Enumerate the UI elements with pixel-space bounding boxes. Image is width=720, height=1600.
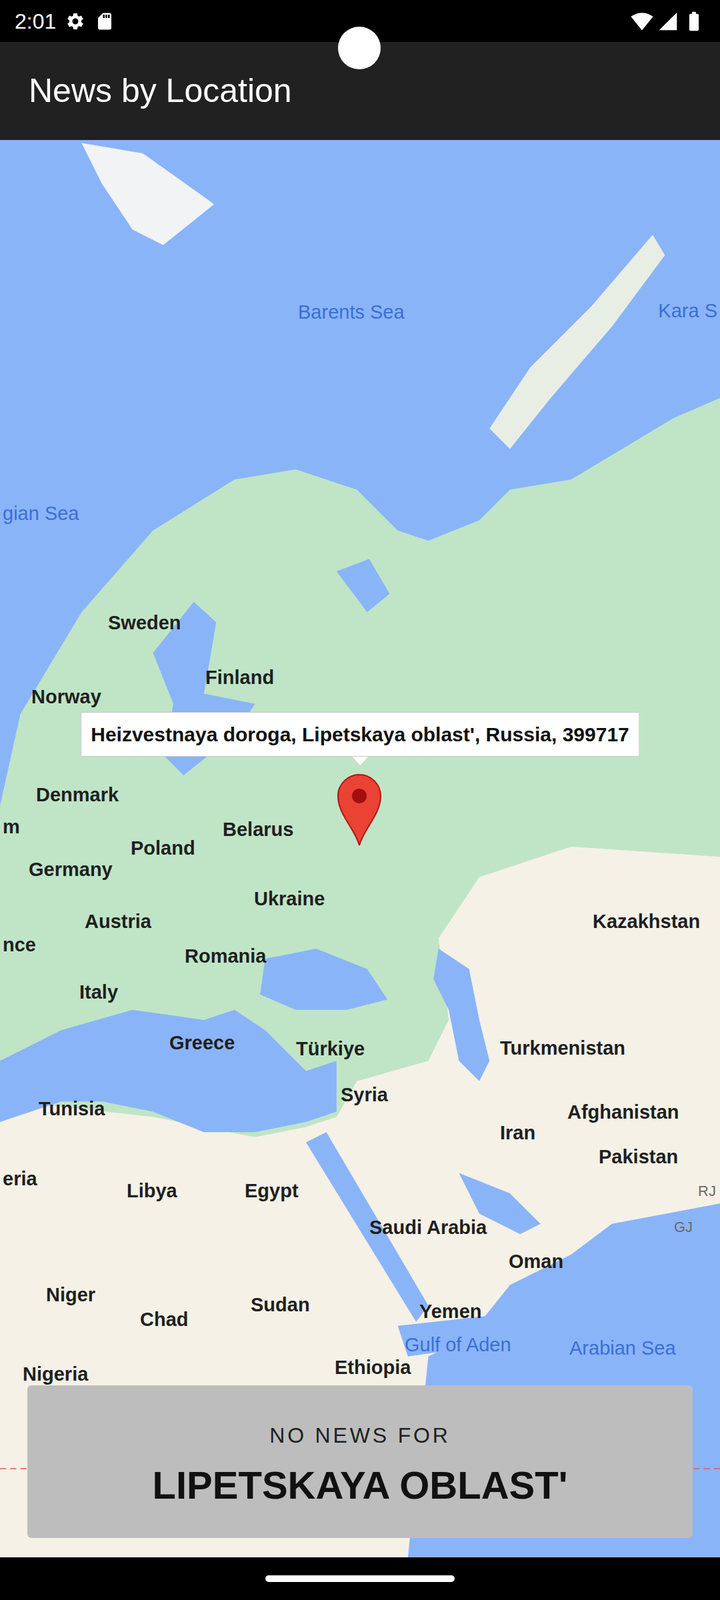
map-label: GJ bbox=[674, 1220, 693, 1235]
map-label: Türkiye bbox=[296, 1039, 365, 1059]
home-handle[interactable] bbox=[265, 1575, 455, 1582]
marker-title: Heizvestnaya doroga, Lipetskaya oblast',… bbox=[90, 723, 630, 746]
map-label: Gulf of Aden bbox=[404, 1335, 512, 1355]
map-label: Sweden bbox=[108, 613, 182, 633]
map-label: Oman bbox=[508, 1252, 564, 1272]
phone-screen: 2:01 News by Location Barents Sea Kara S gia… bbox=[0, 0, 720, 1600]
map-label: Saudi Arabia bbox=[369, 1218, 487, 1238]
map-label: Germany bbox=[28, 860, 113, 880]
map-label: Nigeria bbox=[22, 1364, 88, 1384]
map-label: Sudan bbox=[250, 1295, 310, 1315]
map[interactable]: Barents Sea Kara S gian Sea Sweden Finland No… bbox=[0, 140, 720, 1558]
map-label: eria bbox=[2, 1169, 38, 1189]
map-label: Arabian Sea bbox=[569, 1338, 676, 1358]
app-title: News by Location bbox=[28, 66, 292, 116]
news-caption: NO NEWS FOR bbox=[269, 1419, 451, 1452]
map-label: Italy bbox=[79, 982, 118, 1002]
map-pin-icon[interactable] bbox=[336, 773, 382, 847]
map-label: Chad bbox=[140, 1310, 189, 1330]
map-label: Denmark bbox=[36, 785, 119, 805]
map-label: Niger bbox=[46, 1285, 96, 1305]
map-label: Egypt bbox=[244, 1181, 299, 1201]
map-label: Pakistan bbox=[598, 1147, 678, 1167]
map-label: Turkmenistan bbox=[500, 1038, 626, 1058]
map-label: Syria bbox=[340, 1085, 388, 1105]
settings-icon bbox=[65, 11, 86, 32]
map-label: RJ bbox=[698, 1184, 716, 1199]
map-label: Kara S bbox=[658, 301, 718, 321]
navigation-bar bbox=[0, 1557, 720, 1600]
map-label: Libya bbox=[126, 1181, 178, 1201]
map-label: Finland bbox=[205, 668, 274, 688]
camera-cutout bbox=[338, 26, 381, 70]
battery-icon bbox=[682, 10, 706, 33]
map-label: Barents Sea bbox=[298, 302, 405, 322]
map-label: m bbox=[2, 817, 20, 837]
wifi-icon bbox=[630, 10, 654, 33]
map-label: Tunisia bbox=[38, 1099, 105, 1119]
map-label: gian Sea bbox=[2, 504, 80, 524]
map-label: Greece bbox=[169, 1033, 235, 1053]
status-time: 2:01 bbox=[14, 5, 56, 38]
map-label: Poland bbox=[130, 838, 196, 858]
marker-info-window[interactable]: Heizvestnaya doroga, Lipetskaya oblast',… bbox=[80, 712, 640, 766]
map-label: Yemen bbox=[419, 1302, 482, 1322]
map-label: Ukraine bbox=[254, 889, 325, 909]
map-label: Norway bbox=[31, 687, 102, 707]
sd-card-icon bbox=[94, 11, 115, 32]
news-region: LIPETSKAYA OBLAST' bbox=[152, 1466, 568, 1505]
map-label: Ethiopia bbox=[334, 1358, 411, 1378]
map-label: Belarus bbox=[222, 820, 294, 840]
map-label: Afghanistan bbox=[567, 1102, 680, 1122]
news-panel: NO NEWS FOR LIPETSKAYA OBLAST' bbox=[27, 1385, 693, 1538]
map-label: Austria bbox=[84, 912, 152, 932]
map-label: nce bbox=[2, 935, 36, 955]
signal-icon bbox=[657, 10, 679, 32]
map-label: Kazakhstan bbox=[592, 912, 700, 932]
map-label: Romania bbox=[184, 946, 266, 966]
map-label: Iran bbox=[500, 1123, 536, 1143]
